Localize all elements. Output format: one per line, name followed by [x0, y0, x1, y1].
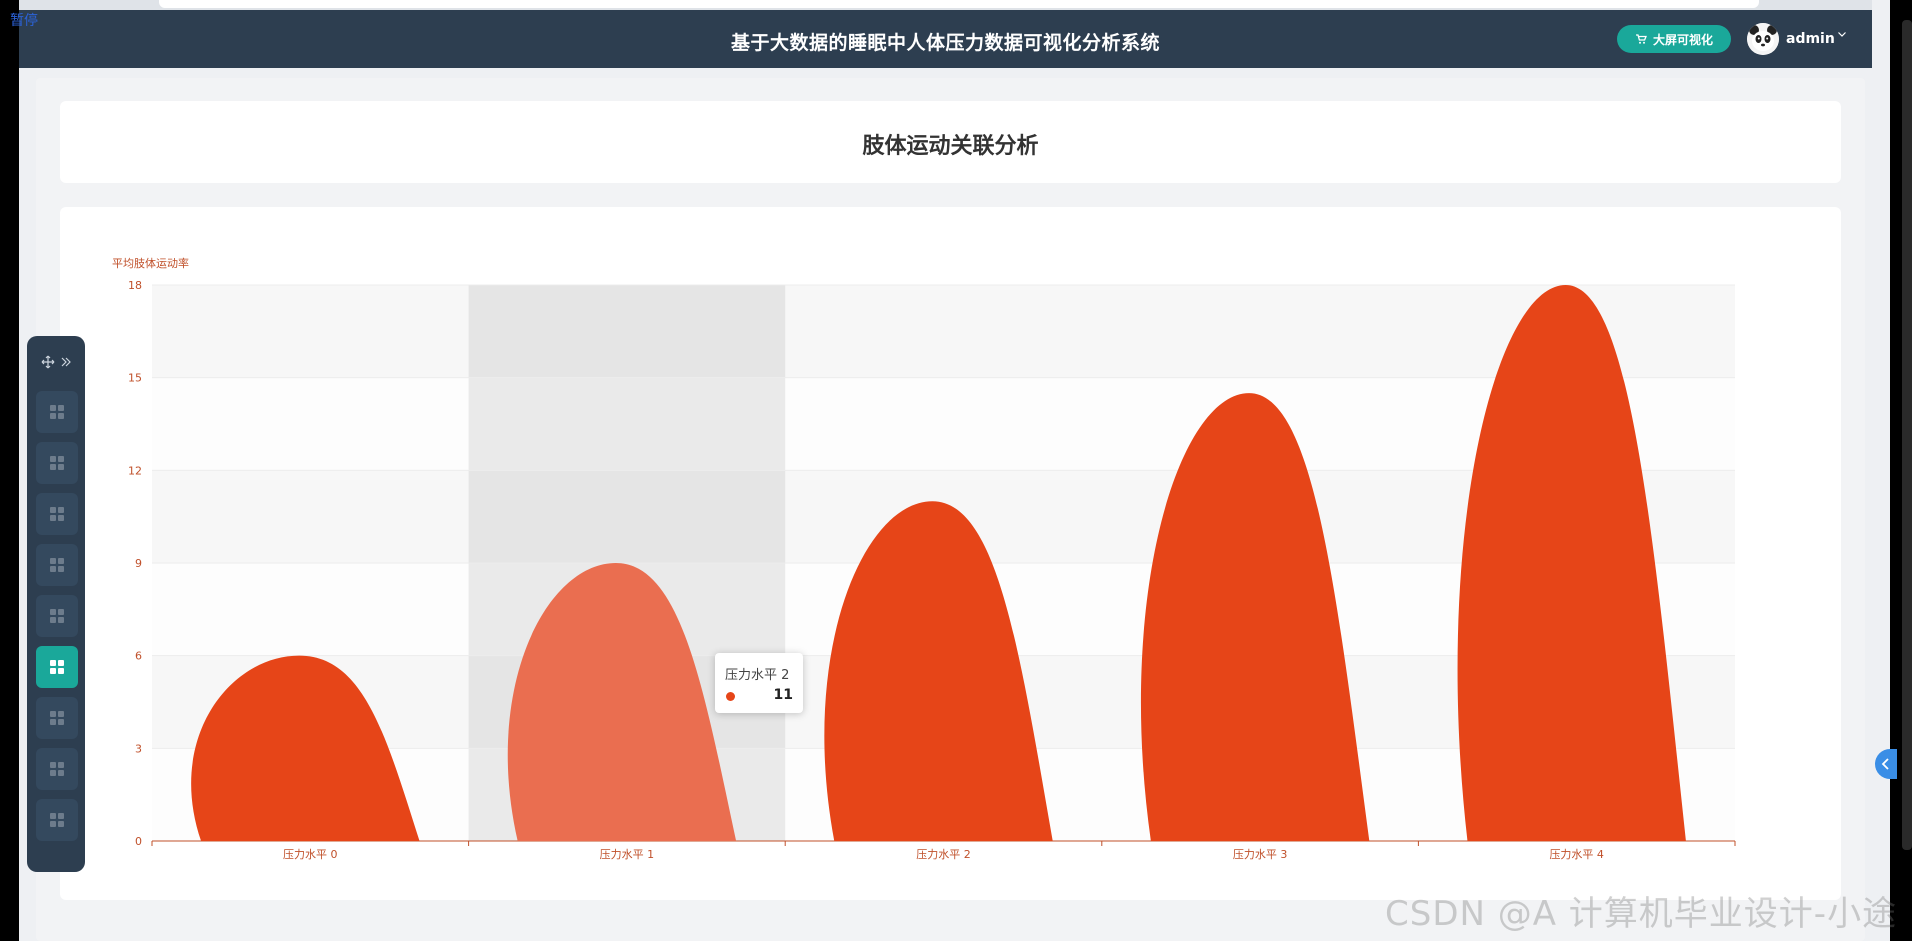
side-nav: [27, 336, 85, 872]
y-tick-label: 0: [135, 835, 142, 848]
big-screen-button[interactable]: 大屏可视化: [1617, 25, 1731, 53]
side-nav-item[interactable]: [36, 748, 78, 790]
grid-icon: [50, 660, 64, 674]
y-tick-label: 6: [135, 650, 142, 663]
chart-tooltip: 压力水平 2 11: [715, 653, 803, 713]
grid-icon: [50, 558, 64, 572]
right-frame: [1890, 0, 1912, 941]
user-name[interactable]: admin: [1786, 31, 1835, 47]
x-tick-label: 压力水平 3: [1233, 848, 1288, 861]
y-tick-label: 15: [128, 372, 142, 385]
top-strip: [19, 0, 1872, 10]
big-screen-button-label: 大屏可视化: [1652, 32, 1713, 47]
tooltip-value: 11: [773, 687, 793, 703]
x-tick-label: 压力水平 2: [916, 848, 971, 861]
panda-avatar-icon: [1747, 23, 1779, 55]
app-header: 基于大数据的睡眠中人体压力数据可视化分析系统 大屏可视化 admin: [19, 10, 1872, 68]
grid-icon: [50, 609, 64, 623]
grid-icon: [50, 711, 64, 725]
grid-icon: [50, 456, 64, 470]
avatar[interactable]: [1747, 23, 1779, 55]
grid-icon: [50, 507, 64, 521]
app-title: 基于大数据的睡眠中人体压力数据可视化分析系统: [730, 32, 1160, 54]
tooltip-series-dot: [726, 692, 735, 701]
move-icon[interactable]: [41, 355, 55, 369]
x-tick-label: 压力水平 4: [1549, 848, 1604, 861]
side-nav-header[interactable]: [27, 336, 85, 388]
pause-label[interactable]: 暂停: [10, 10, 38, 30]
chevron-left-icon: [1881, 758, 1889, 770]
split-area: [152, 285, 1735, 378]
bar-chart[interactable]: 0369121518平均肢体运动率压力水平 0 压力水平 1 压力水平 2 压力水平 …: [60, 207, 1841, 900]
side-nav-item[interactable]: [36, 799, 78, 841]
y-tick-label: 12: [128, 464, 142, 477]
x-tick-label: 压力水平 1: [600, 848, 655, 861]
window-scrollbar[interactable]: [1902, 20, 1912, 850]
y-tick-label: 18: [128, 279, 142, 292]
float-toggle-button[interactable]: [1875, 749, 1897, 779]
side-nav-item[interactable]: [36, 646, 78, 688]
watermark: CSDN @A 计算机毕业设计-小途: [1385, 894, 1898, 934]
grid-icon: [50, 405, 64, 419]
page-title: 肢体运动关联分析: [862, 134, 1039, 159]
y-axis-label: 平均肢体运动率: [112, 256, 189, 270]
cart-icon: [1635, 34, 1647, 44]
chevron-down-icon[interactable]: [1837, 28, 1847, 42]
side-nav-item[interactable]: [36, 442, 78, 484]
y-tick-label: 9: [135, 557, 142, 570]
chart-card: 0 3 6 9 12 15 18 平均肢体运动率 压力水平 0 压力水平 1 压力水平 2 压力水平 …: [60, 207, 1841, 900]
grid-icon: [50, 762, 64, 776]
y-tick-label: 3: [135, 742, 142, 755]
tooltip-title: 压力水平 2: [725, 668, 790, 683]
x-tick-label: 压力水平 0: [283, 848, 338, 861]
side-nav-item[interactable]: [36, 391, 78, 433]
side-nav-item[interactable]: [36, 544, 78, 586]
grid-icon: [50, 813, 64, 827]
side-nav-item[interactable]: [36, 697, 78, 739]
left-frame: [0, 0, 19, 941]
title-card: 肢体运动关联分析: [60, 101, 1841, 183]
side-nav-item[interactable]: [36, 493, 78, 535]
side-nav-item[interactable]: [36, 595, 78, 637]
chevron-double-right-icon[interactable]: [61, 356, 71, 368]
